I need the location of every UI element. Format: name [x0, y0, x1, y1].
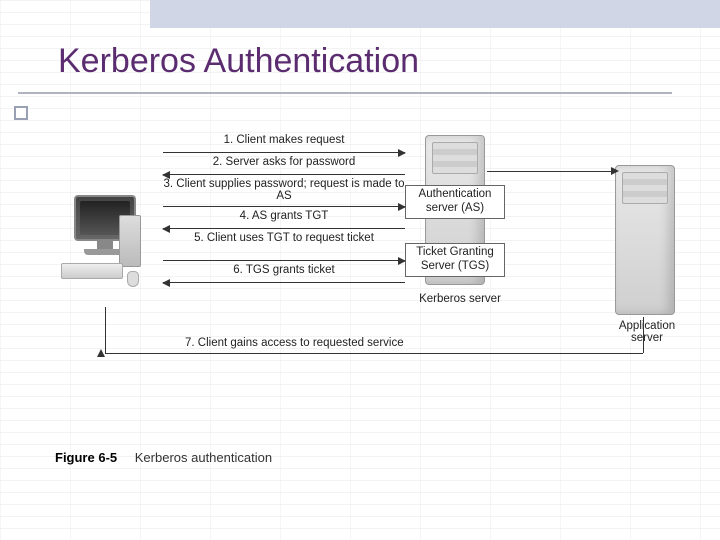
- step-2-text: 2. Server asks for password: [213, 156, 356, 168]
- slide: Kerberos Authentication Authentication s…: [0, 0, 720, 540]
- monitor-stand: [97, 241, 113, 249]
- slide-title: Kerberos Authentication: [58, 42, 419, 81]
- step-6-text: 6. TGS grants ticket: [233, 264, 334, 276]
- arrowhead-step7: [97, 349, 105, 357]
- template-top-accent: [150, 0, 720, 28]
- kerberos-diagram: Authentication server (AS) Ticket Granti…: [55, 135, 695, 435]
- step-3: 3. Client supplies password; request is …: [163, 177, 405, 209]
- step-7-text: 7. Client gains access to requested serv…: [185, 337, 404, 349]
- arrowhead-kerberos-to-app: [611, 167, 619, 175]
- figure-caption-text: Kerberos authentication: [135, 450, 272, 465]
- step-4-text: 4. AS grants TGT: [240, 210, 329, 222]
- pc-tower-icon: [119, 215, 141, 267]
- label-application-server: Application server: [607, 320, 687, 344]
- template-square-icon: [14, 106, 28, 120]
- arrow-kerberos-to-app: [487, 171, 613, 172]
- figure-caption: Figure 6-5 Kerberos authentication: [55, 450, 272, 465]
- title-underline: [18, 92, 672, 94]
- arrow7-seg-c: [105, 307, 106, 353]
- mouse-icon: [127, 271, 139, 287]
- step-5: 5. Client uses TGT to request ticket: [163, 231, 405, 263]
- figure-number: Figure 6-5: [55, 450, 117, 465]
- step-1: 1. Client makes request: [163, 133, 405, 155]
- step-4: 4. AS grants TGT: [163, 209, 405, 231]
- label-as: Authentication server (AS): [405, 185, 505, 219]
- label-tgs: Ticket Granting Server (TGS): [405, 243, 505, 277]
- step-5-text: 5. Client uses TGT to request ticket: [194, 232, 374, 244]
- step-1-text: 1. Client makes request: [224, 134, 345, 146]
- application-server-icon: [615, 165, 675, 315]
- arrow7-seg-a: [643, 317, 644, 353]
- step-6: 6. TGS grants ticket: [163, 263, 405, 285]
- auth-step-arrows: 1. Client makes request 2. Server asks f…: [163, 133, 405, 285]
- step-2: 2. Server asks for password: [163, 155, 405, 177]
- client-workstation-icon: [55, 195, 155, 305]
- step-3-text: 3. Client supplies password; request is …: [164, 178, 405, 202]
- arrow7-seg-b: [105, 353, 643, 354]
- label-kerberos-server: Kerberos server: [415, 293, 505, 305]
- keyboard-icon: [61, 263, 123, 279]
